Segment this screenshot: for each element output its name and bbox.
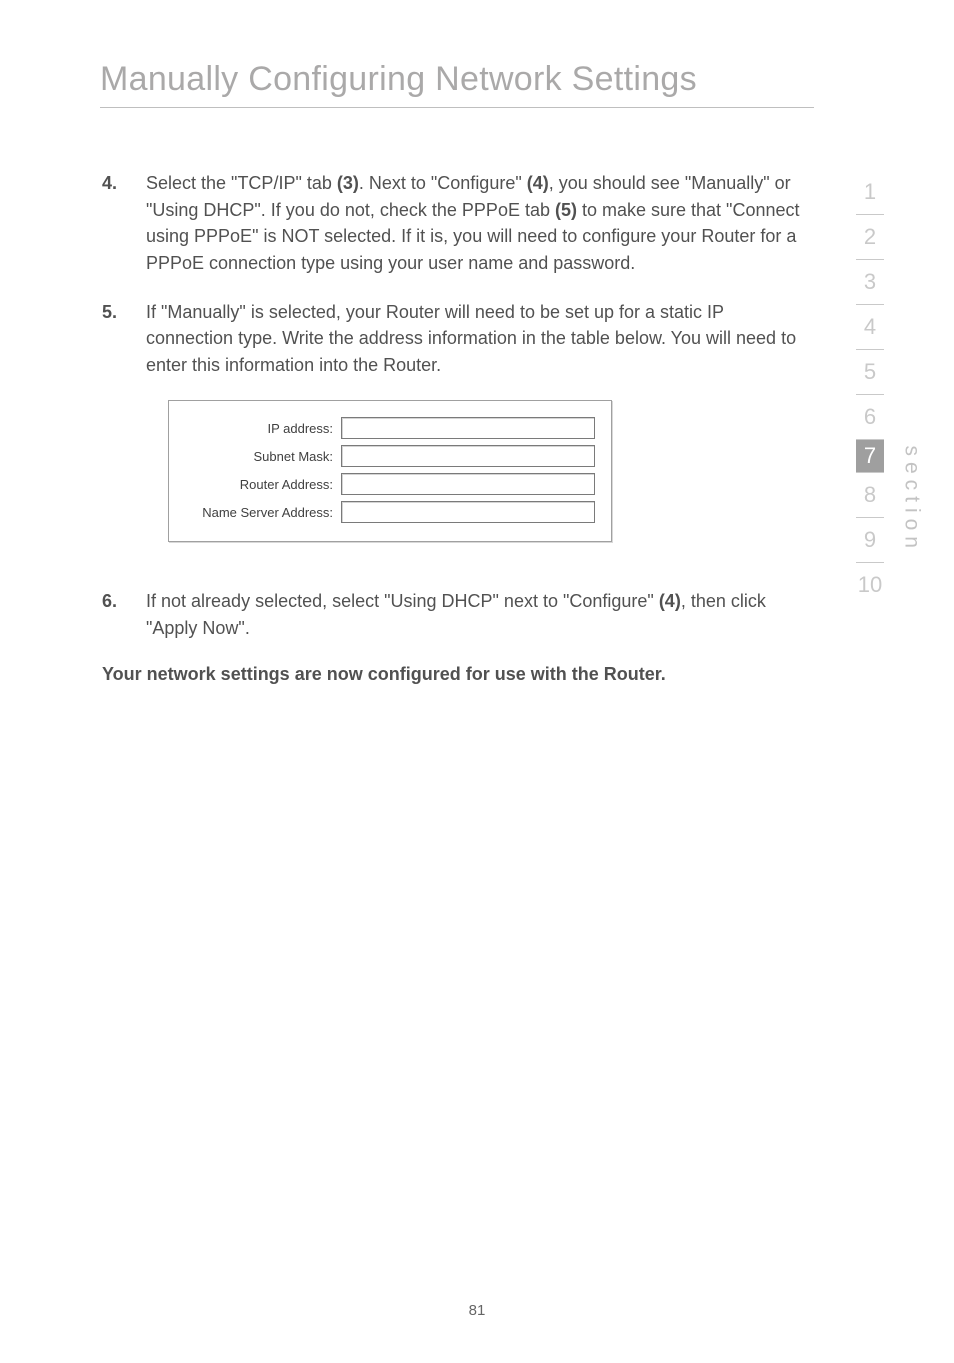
step-6-text-a: If not already selected, select "Using D…	[146, 591, 659, 611]
section-4[interactable]: 4	[856, 305, 884, 349]
page-root: Manually Configuring Network Settings 4.…	[0, 0, 954, 1363]
ip-address-label: IP address:	[185, 421, 341, 436]
page-title: Manually Configuring Network Settings	[100, 60, 814, 99]
section-label: section	[900, 445, 924, 554]
step-4: 4. Select the "TCP/IP" tab (3). Next to …	[102, 170, 814, 277]
section-10[interactable]: 10	[856, 563, 884, 607]
step-4-ref-3: (3)	[337, 173, 359, 193]
step-4-body: Select the "TCP/IP" tab (3). Next to "Co…	[146, 170, 814, 277]
router-address-label: Router Address:	[185, 477, 341, 492]
ip-address-input[interactable]	[341, 417, 595, 439]
network-settings-form: IP address: Subnet Mask: Router Address:…	[168, 400, 612, 542]
step-4-number: 4.	[102, 170, 146, 277]
section-nav: 1 2 3 4 5 6 7 8 9 10	[848, 170, 892, 607]
step-4-text-b: . Next to "Configure"	[359, 173, 527, 193]
section-8[interactable]: 8	[856, 473, 884, 517]
section-5[interactable]: 5	[856, 350, 884, 394]
content-area: 4. Select the "TCP/IP" tab (3). Next to …	[100, 170, 814, 685]
section-7-active[interactable]: 7	[856, 440, 884, 472]
step-4-text-a: Select the "TCP/IP" tab	[146, 173, 337, 193]
step-4-ref-5: (5)	[555, 200, 577, 220]
subnet-mask-input[interactable]	[341, 445, 595, 467]
step-6: 6. If not already selected, select "Usin…	[102, 588, 814, 641]
section-9[interactable]: 9	[856, 518, 884, 562]
section-1[interactable]: 1	[856, 170, 884, 214]
step-6-ref-4: (4)	[659, 591, 681, 611]
name-server-label: Name Server Address:	[185, 505, 341, 520]
step-6-number: 6.	[102, 588, 146, 641]
section-6[interactable]: 6	[856, 395, 884, 439]
footer-confirmation: Your network settings are now configured…	[102, 664, 814, 685]
name-server-row: Name Server Address:	[185, 501, 595, 523]
section-3[interactable]: 3	[856, 260, 884, 304]
step-5-number: 5.	[102, 299, 146, 379]
subnet-mask-label: Subnet Mask:	[185, 449, 341, 464]
step-5-body: If "Manually" is selected, your Router w…	[146, 299, 814, 379]
ip-address-row: IP address:	[185, 417, 595, 439]
step-5: 5. If "Manually" is selected, your Route…	[102, 299, 814, 379]
title-rule	[100, 107, 814, 108]
step-6-body: If not already selected, select "Using D…	[146, 588, 814, 641]
subnet-mask-row: Subnet Mask:	[185, 445, 595, 467]
section-2[interactable]: 2	[856, 215, 884, 259]
step-4-ref-4: (4)	[527, 173, 549, 193]
name-server-input[interactable]	[341, 501, 595, 523]
router-address-row: Router Address:	[185, 473, 595, 495]
page-number: 81	[0, 1302, 954, 1319]
router-address-input[interactable]	[341, 473, 595, 495]
